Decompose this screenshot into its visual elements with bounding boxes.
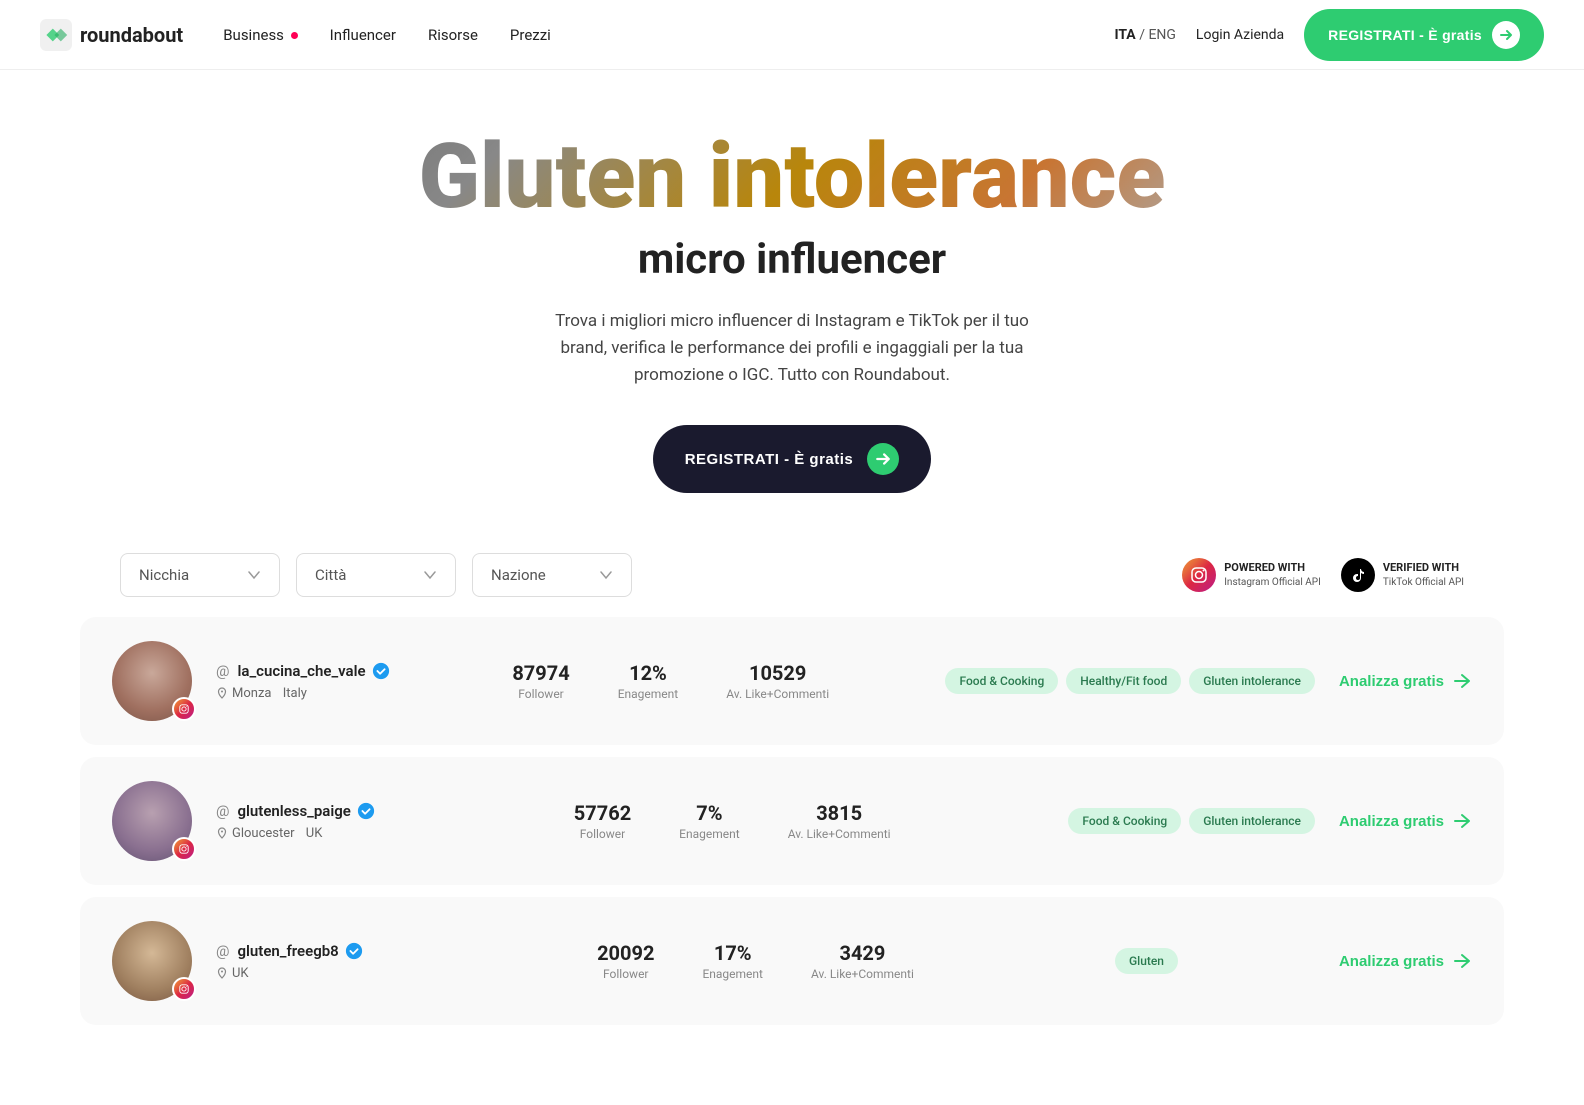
nav-risorse[interactable]: Risorse (428, 26, 478, 44)
inf-info-2: @ glutenless_paige Gloucester UK (216, 802, 396, 841)
inf-tags-2: Food & Cooking Gluten intolerance (1068, 808, 1315, 834)
inf-handle-1: @ la_cucina_che_vale (216, 662, 396, 680)
instagram-social-icon-3 (172, 977, 196, 1001)
avatar-wrap-2 (112, 781, 192, 861)
arrow-circle-hero (867, 443, 899, 475)
inf-info-3: @ gluten_freegb8 UK (216, 942, 396, 981)
stat-avg-3: 3429 Av. Like+Commenti (811, 941, 914, 981)
verified-icon-1 (372, 662, 390, 680)
inf-info-1: @ la_cucina_che_vale Monza Italy (216, 662, 396, 701)
stat-followers-2: 57762 Follower (574, 801, 631, 841)
analyze-button-3[interactable]: Analizza gratis (1339, 951, 1472, 971)
tag-food-cooking-1: Food & Cooking (945, 668, 1058, 694)
inf-stats-2: 57762 Follower 7% Enagement 3815 Av. Lik… (420, 801, 1044, 841)
hero-cta-button[interactable]: REGISTRATI - È gratis (653, 425, 932, 493)
logo[interactable]: roundabout (40, 19, 183, 51)
stat-engagement-3: 17% Enagement (702, 941, 763, 981)
citta-filter[interactable]: Città (296, 553, 456, 597)
nicchia-filter[interactable]: Nicchia (120, 553, 280, 597)
navbar: roundabout Business Influencer Risorse P… (0, 0, 1584, 70)
inf-location-2: Gloucester UK (216, 826, 396, 841)
register-button-nav[interactable]: REGISTRATI - È gratis (1304, 9, 1544, 61)
logo-text: roundabout (80, 23, 183, 47)
influencer-card-3: @ gluten_freegb8 UK 20092 Follower 17% E… (80, 897, 1504, 1025)
business-dot (291, 32, 298, 39)
hero-subtitle: micro influencer (40, 235, 1544, 284)
inf-handle-2: @ glutenless_paige (216, 802, 396, 820)
analyze-button-1[interactable]: Analizza gratis (1339, 671, 1472, 691)
stat-avg-2: 3815 Av. Like+Commenti (788, 801, 891, 841)
stat-engagement-2: 7% Enagement (679, 801, 740, 841)
stat-followers-3: 20092 Follower (597, 941, 654, 981)
tiktok-icon (1341, 558, 1375, 592)
lang-eng[interactable]: ENG (1148, 27, 1175, 43)
tag-healthy-1: Healthy/Fit food (1066, 668, 1181, 694)
navbar-right: ITA / ENG Login Azienda REGISTRATI - È g… (1114, 9, 1544, 61)
stat-avg-1: 10529 Av. Like+Commenti (726, 661, 829, 701)
navbar-left: roundabout Business Influencer Risorse P… (40, 19, 551, 51)
lang-switch: ITA / ENG (1114, 27, 1175, 43)
inf-stats-3: 20092 Follower 17% Enagement 3429 Av. Li… (420, 941, 1091, 981)
login-link[interactable]: Login Azienda (1196, 27, 1284, 43)
instagram-icon (1182, 558, 1216, 592)
avatar-wrap-3 (112, 921, 192, 1001)
api-badges: POWERED WITH Instagram Official API VERI… (1182, 558, 1464, 592)
hero-section: Gluten intolerance micro influencer Trov… (0, 70, 1584, 533)
nav-influencer[interactable]: Influencer (330, 26, 396, 44)
instagram-social-icon-1 (172, 697, 196, 721)
nav-links: Business Influencer Risorse Prezzi (223, 26, 551, 44)
inf-tags-3: Gluten (1115, 948, 1315, 974)
arrow-circle-nav (1492, 21, 1520, 49)
inf-handle-3: @ gluten_freegb8 (216, 942, 396, 960)
influencer-card-1: @ la_cucina_che_vale Monza Italy 87974 F… (80, 617, 1504, 745)
tag-gluten-2: Gluten intolerance (1189, 808, 1315, 834)
tiktok-badge: VERIFIED WITH TikTok Official API (1341, 558, 1464, 592)
nazione-filter[interactable]: Nazione (472, 553, 632, 597)
nav-business[interactable]: Business (223, 26, 297, 44)
tag-gluten-3: Gluten (1115, 948, 1178, 974)
inf-location-3: UK (216, 966, 396, 981)
analyze-button-2[interactable]: Analizza gratis (1339, 811, 1472, 831)
nav-prezzi[interactable]: Prezzi (510, 26, 551, 44)
tag-food-cooking-2: Food & Cooking (1068, 808, 1181, 834)
instagram-badge: POWERED WITH Instagram Official API (1182, 558, 1321, 592)
stat-engagement-1: 12% Enagement (618, 661, 679, 701)
verified-icon-2 (357, 802, 375, 820)
avatar-wrap-1 (112, 641, 192, 721)
lang-ita[interactable]: ITA (1114, 27, 1135, 43)
stat-followers-1: 87974 Follower (512, 661, 569, 701)
hero-title: Gluten intolerance (40, 130, 1544, 225)
influencer-cards-section: @ la_cucina_che_vale Monza Italy 87974 F… (0, 617, 1584, 1065)
influencer-card-2: @ glutenless_paige Gloucester UK 57762 F… (80, 757, 1504, 885)
inf-stats-1: 87974 Follower 12% Enagement 10529 Av. L… (420, 661, 921, 701)
tag-gluten-1: Gluten intolerance (1189, 668, 1315, 694)
instagram-social-icon-2 (172, 837, 196, 861)
inf-tags-1: Food & Cooking Healthy/Fit food Gluten i… (945, 668, 1315, 694)
hero-description: Trova i migliori micro influencer di Ins… (532, 308, 1052, 390)
logo-icon (40, 19, 72, 51)
verified-icon-3 (345, 942, 363, 960)
filters-section: Nicchia Città Nazione POWERED WITH Insta… (0, 533, 1584, 617)
inf-location-1: Monza Italy (216, 686, 396, 701)
